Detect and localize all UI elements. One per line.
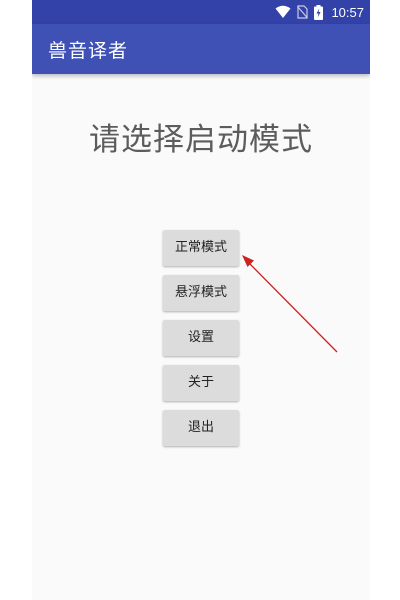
app-bar: 兽音译者 bbox=[32, 24, 370, 74]
settings-button[interactable]: 设置 bbox=[163, 320, 239, 356]
app-title: 兽音译者 bbox=[48, 40, 129, 62]
annotation-arrowhead bbox=[242, 255, 254, 267]
floating-mode-button[interactable]: 悬浮模式 bbox=[163, 275, 239, 311]
phone-screen: 10:57 兽音译者 请选择启动模式 正常模式 悬浮模式 设置 关于 退出 bbox=[32, 0, 370, 600]
no-sim-icon bbox=[297, 5, 309, 19]
status-clock: 10:57 bbox=[331, 4, 364, 20]
wifi-icon bbox=[275, 5, 291, 19]
normal-mode-button[interactable]: 正常模式 bbox=[163, 230, 239, 266]
exit-button[interactable]: 退出 bbox=[163, 410, 239, 446]
mode-menu: 正常模式 悬浮模式 设置 关于 退出 bbox=[163, 230, 239, 455]
status-icons: 10:57 bbox=[275, 3, 364, 21]
about-button[interactable]: 关于 bbox=[163, 365, 239, 401]
status-bar: 10:57 bbox=[32, 0, 370, 24]
annotation-arrow-shaft bbox=[247, 261, 338, 353]
page-heading: 请选择启动模式 bbox=[89, 122, 313, 158]
battery-charging-icon bbox=[314, 4, 324, 20]
